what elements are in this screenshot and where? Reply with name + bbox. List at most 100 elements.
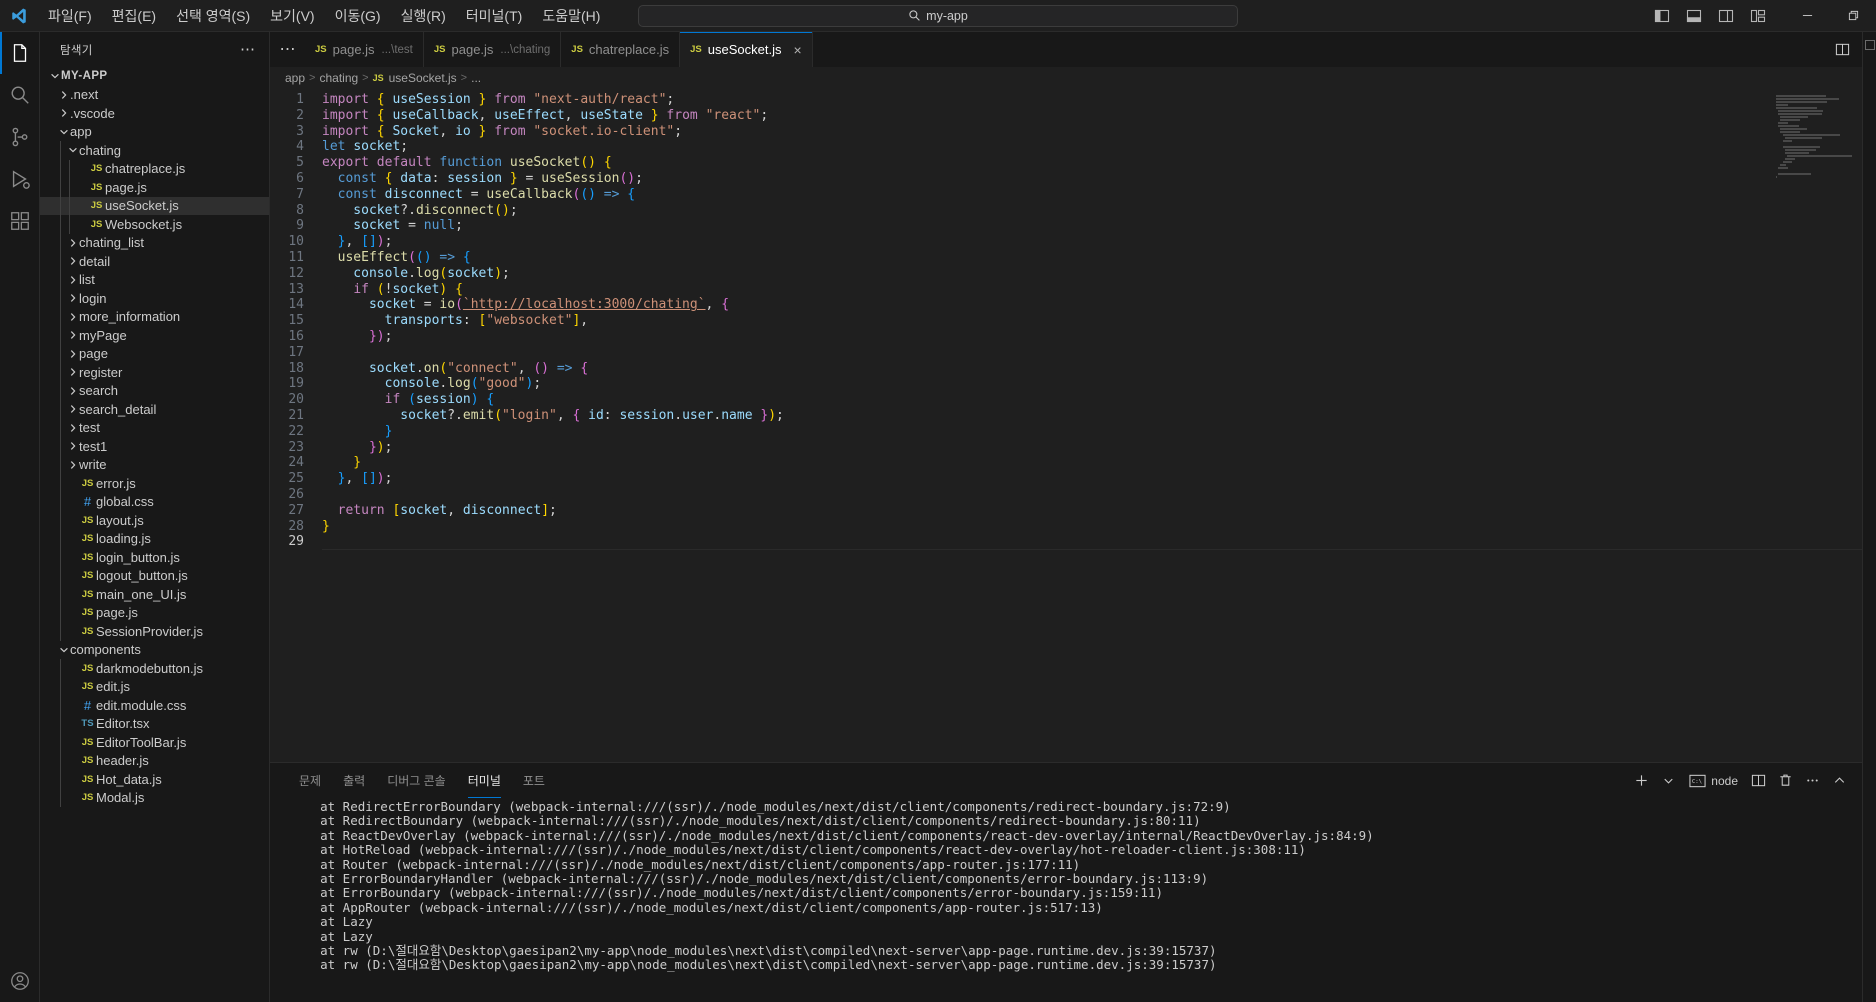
tree-file[interactable]: JS darkmodebutton.js <box>40 659 269 678</box>
tree-file[interactable]: JS EditorToolBar.js <box>40 733 269 752</box>
kill-terminal-button[interactable] <box>1773 767 1798 795</box>
code-line[interactable]: transports: ["websocket"], <box>322 313 1862 329</box>
tree-file[interactable]: JS edit.js <box>40 677 269 696</box>
breadcrumb-item[interactable]: ... <box>471 71 481 85</box>
code-line[interactable] <box>322 534 1862 551</box>
tree-file[interactable]: JS useSocket.js <box>40 196 269 215</box>
code-line[interactable]: }, []); <box>322 234 1862 250</box>
panel-tab[interactable]: 문제 <box>288 763 332 798</box>
tree-folder[interactable]: test1 <box>40 437 269 456</box>
tree-file[interactable]: JS loading.js <box>40 529 269 548</box>
menu-view[interactable]: 보기(V) <box>260 2 324 30</box>
customize-layout-icon[interactable] <box>1744 3 1772 29</box>
code-line[interactable]: }); <box>322 440 1862 456</box>
code-line[interactable]: socket?.emit("login", { id: session.user… <box>322 408 1862 424</box>
tree-file[interactable]: JS chatreplace.js <box>40 159 269 178</box>
tree-folder[interactable]: chating <box>40 141 269 160</box>
split-editor-icon[interactable] <box>1828 35 1856 65</box>
code-line[interactable]: console.log("good"); <box>322 376 1862 392</box>
code-line[interactable]: socket = io(`http://localhost:3000/chati… <box>322 297 1862 313</box>
tree-folder[interactable]: detail <box>40 252 269 271</box>
tree-folder[interactable]: .vscode <box>40 104 269 123</box>
tree-file[interactable]: JS main_one_UI.js <box>40 585 269 604</box>
code-line[interactable]: return [socket, disconnect]; <box>322 503 1862 519</box>
tree-folder[interactable]: page <box>40 344 269 363</box>
tree-folder[interactable]: list <box>40 270 269 289</box>
code-line[interactable]: const { data: session } = useSession(); <box>322 171 1862 187</box>
editor-tab[interactable]: JS page.js ...\test <box>305 32 424 67</box>
new-terminal-dropdown-icon[interactable] <box>1656 767 1681 795</box>
collapse-panel-icon[interactable] <box>1827 767 1852 795</box>
code-line[interactable]: socket?.disconnect(); <box>322 203 1862 219</box>
tree-folder[interactable]: components <box>40 641 269 660</box>
split-terminal-button[interactable] <box>1746 767 1771 795</box>
code-editor[interactable]: 1 2 3 4 5 6 7 8 9 10 11 12 13 14 15 16 17 18 19 20 21 22 23 24 2… <box>270 89 1862 762</box>
code-line[interactable]: } <box>322 424 1862 440</box>
code-line[interactable]: let socket; <box>322 139 1862 155</box>
minimap[interactable] <box>1776 95 1852 178</box>
code-line[interactable]: socket = null; <box>322 218 1862 234</box>
new-terminal-button[interactable] <box>1629 767 1654 795</box>
breadcrumb-item[interactable]: app <box>285 71 305 85</box>
tree-file[interactable]: JS Hot_data.js <box>40 770 269 789</box>
tabs-overflow-icon[interactable]: ⋯ <box>270 32 305 67</box>
menu-run[interactable]: 실행(R) <box>391 2 456 30</box>
code-line[interactable]: useEffect(() => { <box>322 250 1862 266</box>
panel-more-actions-icon[interactable] <box>1800 767 1825 795</box>
tree-folder[interactable]: search <box>40 381 269 400</box>
tree-file[interactable]: JS login_button.js <box>40 548 269 567</box>
tree-folder[interactable]: chating_list <box>40 233 269 252</box>
editor-scrollbar[interactable] <box>1848 89 1862 762</box>
code-line[interactable]: if (session) { <box>322 392 1862 408</box>
tree-folder[interactable]: test <box>40 418 269 437</box>
menu-go[interactable]: 이동(G) <box>325 2 391 30</box>
tree-file[interactable]: JS error.js <box>40 474 269 493</box>
secondary-sidebar-toggle-icon[interactable] <box>1864 40 1875 50</box>
tree-file[interactable]: JS page.js <box>40 603 269 622</box>
minimize-button[interactable] <box>1784 0 1830 32</box>
breadcrumb-item[interactable]: useSocket.js <box>389 71 457 85</box>
code-line[interactable]: export default function useSocket() { <box>322 155 1862 171</box>
close-icon[interactable]: × <box>793 43 801 57</box>
menu-file[interactable]: 파일(F) <box>38 2 102 30</box>
tree-folder[interactable]: myPage <box>40 326 269 345</box>
tree-folder[interactable]: more_information <box>40 307 269 326</box>
active-terminal-entry[interactable]: C:\ node <box>1683 774 1744 788</box>
file-tree[interactable]: MY-APP .next .vscode app chating JS chatreplac… <box>40 67 269 1002</box>
explorer-more-actions-icon[interactable]: ⋯ <box>234 42 261 57</box>
code-line[interactable]: const disconnect = useCallback(() => { <box>322 187 1862 203</box>
panel-tab[interactable]: 출력 <box>332 763 376 798</box>
tree-file[interactable]: JS header.js <box>40 751 269 770</box>
menu-help[interactable]: 도움말(H) <box>532 2 610 30</box>
editor-tab[interactable]: JS chatreplace.js <box>561 32 681 67</box>
code-line[interactable] <box>322 487 1862 503</box>
tree-file[interactable]: JS layout.js <box>40 511 269 530</box>
code-line[interactable]: import { useSession } from "next-auth/re… <box>322 92 1862 108</box>
menu-terminal[interactable]: 터미널(T) <box>456 2 533 30</box>
code-line[interactable] <box>322 345 1862 361</box>
terminal-output[interactable]: at RedirectErrorBoundary (webpack-intern… <box>270 798 1862 1002</box>
tree-folder[interactable]: .next <box>40 86 269 105</box>
toggle-panel-icon[interactable] <box>1680 3 1708 29</box>
code-line[interactable]: }); <box>322 329 1862 345</box>
command-center[interactable]: my-app <box>638 4 1238 27</box>
toggle-secondary-sidebar-icon[interactable] <box>1712 3 1740 29</box>
tree-folder[interactable]: register <box>40 363 269 382</box>
menu-edit[interactable]: 편집(E) <box>102 2 166 30</box>
tree-file[interactable]: JS logout_button.js <box>40 566 269 585</box>
menu-selection[interactable]: 선택 영역(S) <box>166 2 260 30</box>
activity-run-debug[interactable] <box>0 158 40 200</box>
code-line[interactable]: console.log(socket); <box>322 266 1862 282</box>
code-line[interactable]: socket.on("connect", () => { <box>322 361 1862 377</box>
panel-tab[interactable]: 포트 <box>512 763 556 798</box>
tree-file[interactable]: JS page.js <box>40 178 269 197</box>
activity-source-control[interactable] <box>0 116 40 158</box>
editor-tab[interactable]: JS useSocket.js × <box>680 32 813 67</box>
tree-folder[interactable]: write <box>40 455 269 474</box>
tree-file[interactable]: JS SessionProvider.js <box>40 622 269 641</box>
tree-file[interactable]: # edit.module.css <box>40 696 269 715</box>
code-line[interactable]: import { useCallback, useEffect, useStat… <box>322 108 1862 124</box>
activity-search[interactable] <box>0 74 40 116</box>
tree-file[interactable]: # global.css <box>40 492 269 511</box>
tree-file[interactable]: JS Modal.js <box>40 788 269 807</box>
